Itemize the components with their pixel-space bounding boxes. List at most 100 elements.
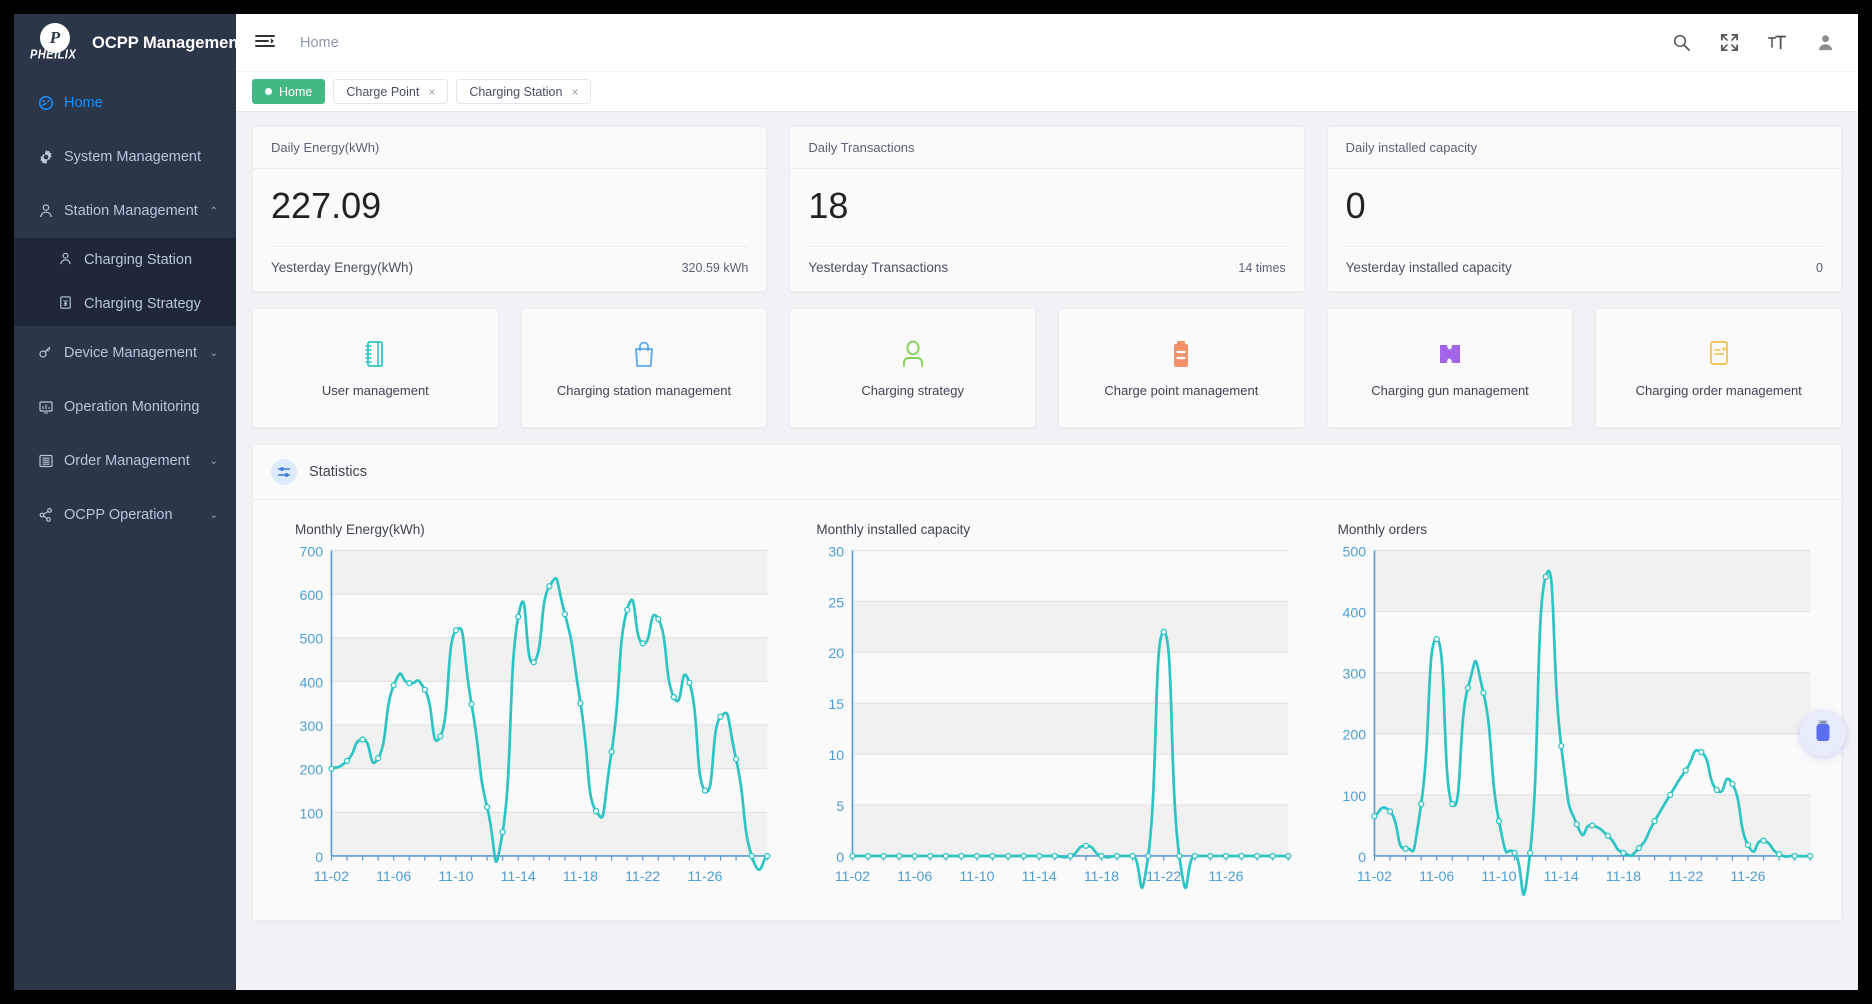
svg-text:11-18: 11-18 bbox=[1606, 869, 1641, 885]
sidebar-item-operation-monitoring[interactable]: Operation Monitoring bbox=[14, 380, 236, 434]
dashboard-icon bbox=[38, 95, 64, 111]
sidebar-item-label: System Management bbox=[64, 149, 202, 165]
svg-text:200: 200 bbox=[300, 763, 324, 779]
svg-text:500: 500 bbox=[300, 632, 324, 648]
list-icon bbox=[38, 453, 64, 469]
svg-text:11-14: 11-14 bbox=[501, 869, 536, 885]
tile-label: Charging station management bbox=[556, 382, 732, 398]
svg-text:11-22: 11-22 bbox=[1668, 869, 1703, 885]
sidebar-item-device-management[interactable]: Device Management ⌄ bbox=[14, 326, 236, 380]
sidebar-item-station-management[interactable]: Station Management ⌃ bbox=[14, 184, 236, 238]
tile-charging-strategy[interactable]: Charging strategy bbox=[789, 308, 1037, 428]
sidebar-item-ocpp-operation[interactable]: OCPP Operation ⌄ bbox=[14, 488, 236, 542]
tab-label: Charging Station bbox=[469, 84, 563, 99]
svg-text:200: 200 bbox=[1342, 728, 1366, 744]
font-size-icon[interactable] bbox=[1766, 32, 1788, 54]
sidebar-subitem-label: Charging Station bbox=[84, 252, 193, 268]
tab-charging-station[interactable]: Charging Station × bbox=[456, 79, 592, 104]
user-avatar-icon[interactable] bbox=[1814, 32, 1836, 54]
svg-text:15: 15 bbox=[829, 697, 845, 713]
sidebar-item-label: Order Management bbox=[64, 453, 190, 469]
device-icon bbox=[38, 345, 64, 361]
svg-text:0: 0 bbox=[315, 850, 323, 866]
logo-wordmark: PHEILIX bbox=[30, 48, 77, 62]
stat-card-footer: Yesterday Energy(kWh) 320.59 kWh bbox=[253, 247, 766, 291]
top-bar: Home bbox=[236, 14, 1858, 72]
tile-charging-gun-management[interactable]: Charging gun management bbox=[1326, 308, 1574, 428]
statistics-header: Statistics bbox=[253, 445, 1841, 500]
svg-text:300: 300 bbox=[1342, 667, 1366, 683]
sidebar: P PHEILIX OCPP Management Home System Ma… bbox=[14, 14, 236, 990]
station-user-icon bbox=[58, 251, 84, 269]
quick-action-tiles: User management Charging station managem… bbox=[252, 308, 1843, 428]
tile-label: Charge point management bbox=[1104, 382, 1259, 398]
chart-title: Monthly orders bbox=[1337, 522, 1427, 537]
svg-text:11-10: 11-10 bbox=[1481, 869, 1516, 885]
svg-text:11-22: 11-22 bbox=[1146, 869, 1181, 885]
svg-text:11-26: 11-26 bbox=[687, 869, 722, 885]
svg-text:400: 400 bbox=[1342, 605, 1366, 621]
breadcrumb[interactable]: Home bbox=[300, 35, 339, 51]
svg-text:11-06: 11-06 bbox=[897, 869, 932, 885]
svg-text:5: 5 bbox=[837, 799, 845, 815]
chevron-down-icon: ⌄ bbox=[209, 455, 218, 467]
sliders-icon bbox=[271, 459, 297, 485]
shopping-bag-icon bbox=[630, 339, 658, 369]
close-icon[interactable]: × bbox=[428, 85, 435, 99]
svg-text:11-02: 11-02 bbox=[314, 869, 349, 885]
stat-card-row: Daily Energy(kWh) 227.09 Yesterday Energ… bbox=[252, 126, 1842, 292]
chart-canvas[interactable]: 0 100 200 300 400 500 11-02 11-06 11-10 11-14 11-1… bbox=[1320, 541, 1817, 896]
tile-charge-point-management[interactable]: Charge point management bbox=[1058, 308, 1305, 428]
usb-drive-float-button[interactable] bbox=[1800, 710, 1846, 756]
sidebar-subitem-label: Charging Strategy bbox=[84, 296, 201, 312]
tile-user-management[interactable]: User management bbox=[252, 308, 499, 428]
sidebar-item-order-management[interactable]: Order Management ⌄ bbox=[14, 434, 236, 488]
tab-label: Home bbox=[279, 84, 313, 99]
tile-label: User management bbox=[321, 382, 429, 398]
svg-text:100: 100 bbox=[300, 806, 324, 822]
fullscreen-icon[interactable] bbox=[1718, 32, 1740, 54]
chart-monthly-orders: Monthly orders 0 100 200 300 400 500 11-02 11-0… bbox=[1308, 516, 1829, 896]
ticket-icon bbox=[1435, 339, 1465, 369]
chevron-down-icon: ⌄ bbox=[209, 509, 218, 521]
sidebar-item-system-management[interactable]: System Management bbox=[14, 130, 236, 184]
tile-charging-order-management[interactable]: Charging order management bbox=[1595, 308, 1843, 428]
search-icon[interactable] bbox=[1670, 32, 1692, 54]
tab-charge-point[interactable]: Charge Point × bbox=[333, 79, 449, 104]
stat-card-foot-label: Yesterday Energy(kWh) bbox=[271, 260, 414, 275]
sidebar-item-home[interactable]: Home bbox=[14, 76, 236, 130]
monitor-icon bbox=[38, 399, 64, 415]
hamburger-collapse-icon[interactable] bbox=[252, 30, 278, 56]
tab-bar: Home Charge Point × Charging Station × bbox=[236, 72, 1858, 112]
svg-text:100: 100 bbox=[1342, 789, 1366, 805]
tab-label: Charge Point bbox=[346, 84, 420, 99]
chart-canvas[interactable]: 0 5 10 15 20 25 30 11-02 11-06 11-10 11-14 11-18 11-… bbox=[798, 541, 1295, 896]
close-icon[interactable]: × bbox=[571, 85, 578, 99]
svg-text:11-10: 11-10 bbox=[438, 869, 473, 885]
chart-title: Monthly installed capacity bbox=[816, 522, 971, 537]
svg-text:0: 0 bbox=[1358, 850, 1366, 866]
tile-label: Charging strategy bbox=[861, 382, 964, 398]
sidebar-item-charging-strategy[interactable]: Charging Strategy bbox=[14, 282, 236, 326]
svg-text:500: 500 bbox=[1342, 544, 1366, 560]
chart-canvas[interactable]: 0 100 200 300 400 500 600 700 11-02 11-06 11-10 11-… bbox=[277, 541, 774, 896]
svg-text:11-26: 11-26 bbox=[1209, 869, 1244, 885]
brand-logo[interactable]: P PHEILIX OCPP Management bbox=[14, 14, 236, 72]
stat-card-footer: Yesterday Transactions 14 times bbox=[790, 247, 1303, 291]
station-user-icon bbox=[38, 203, 64, 219]
person-icon bbox=[899, 339, 927, 369]
stat-card-body: 0 bbox=[1328, 169, 1841, 247]
statistics-panel: Statistics Monthly Energy(kWh) 0 100 200 30… bbox=[252, 444, 1842, 922]
stat-card-foot-value: 14 times bbox=[1238, 260, 1286, 275]
stat-card-title: Daily installed capacity bbox=[1327, 127, 1841, 169]
svg-text:11-02: 11-02 bbox=[1357, 869, 1392, 885]
app-title: OCPP Management bbox=[92, 33, 236, 52]
svg-text:10: 10 bbox=[829, 748, 845, 764]
sidebar-item-label: Station Management bbox=[64, 203, 198, 219]
tile-charging-station-management[interactable]: Charging station management bbox=[520, 308, 768, 428]
sidebar-item-label: Device Management bbox=[64, 345, 197, 361]
sidebar-item-charging-station[interactable]: Charging Station bbox=[14, 238, 236, 282]
tab-home[interactable]: Home bbox=[252, 79, 326, 104]
sidebar-item-label: OCPP Operation bbox=[64, 507, 173, 523]
usb-drive-icon bbox=[1812, 718, 1834, 749]
